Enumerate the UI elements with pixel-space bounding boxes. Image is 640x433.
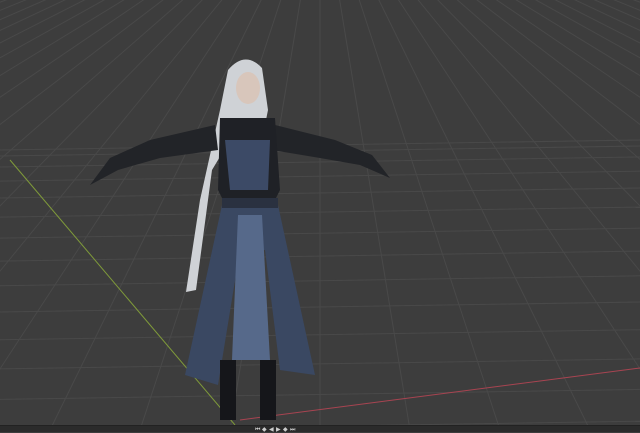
jump-start-icon[interactable]: ⏮ <box>255 427 261 433</box>
grid-line <box>339 0 410 425</box>
jump-end-icon[interactable]: ⏭ <box>290 427 296 433</box>
grid-line <box>378 0 589 425</box>
floor-grid <box>0 0 640 425</box>
prev-keyframe-icon[interactable]: ◆ <box>262 427 268 433</box>
next-keyframe-icon[interactable]: ◆ <box>283 427 289 433</box>
play-reverse-icon[interactable]: ◀ <box>269 427 275 433</box>
viewport-scene <box>0 0 640 425</box>
3d-viewport[interactable] <box>0 0 640 425</box>
play-icon[interactable]: ▶ <box>276 427 282 433</box>
x-axis-line <box>239 367 640 421</box>
